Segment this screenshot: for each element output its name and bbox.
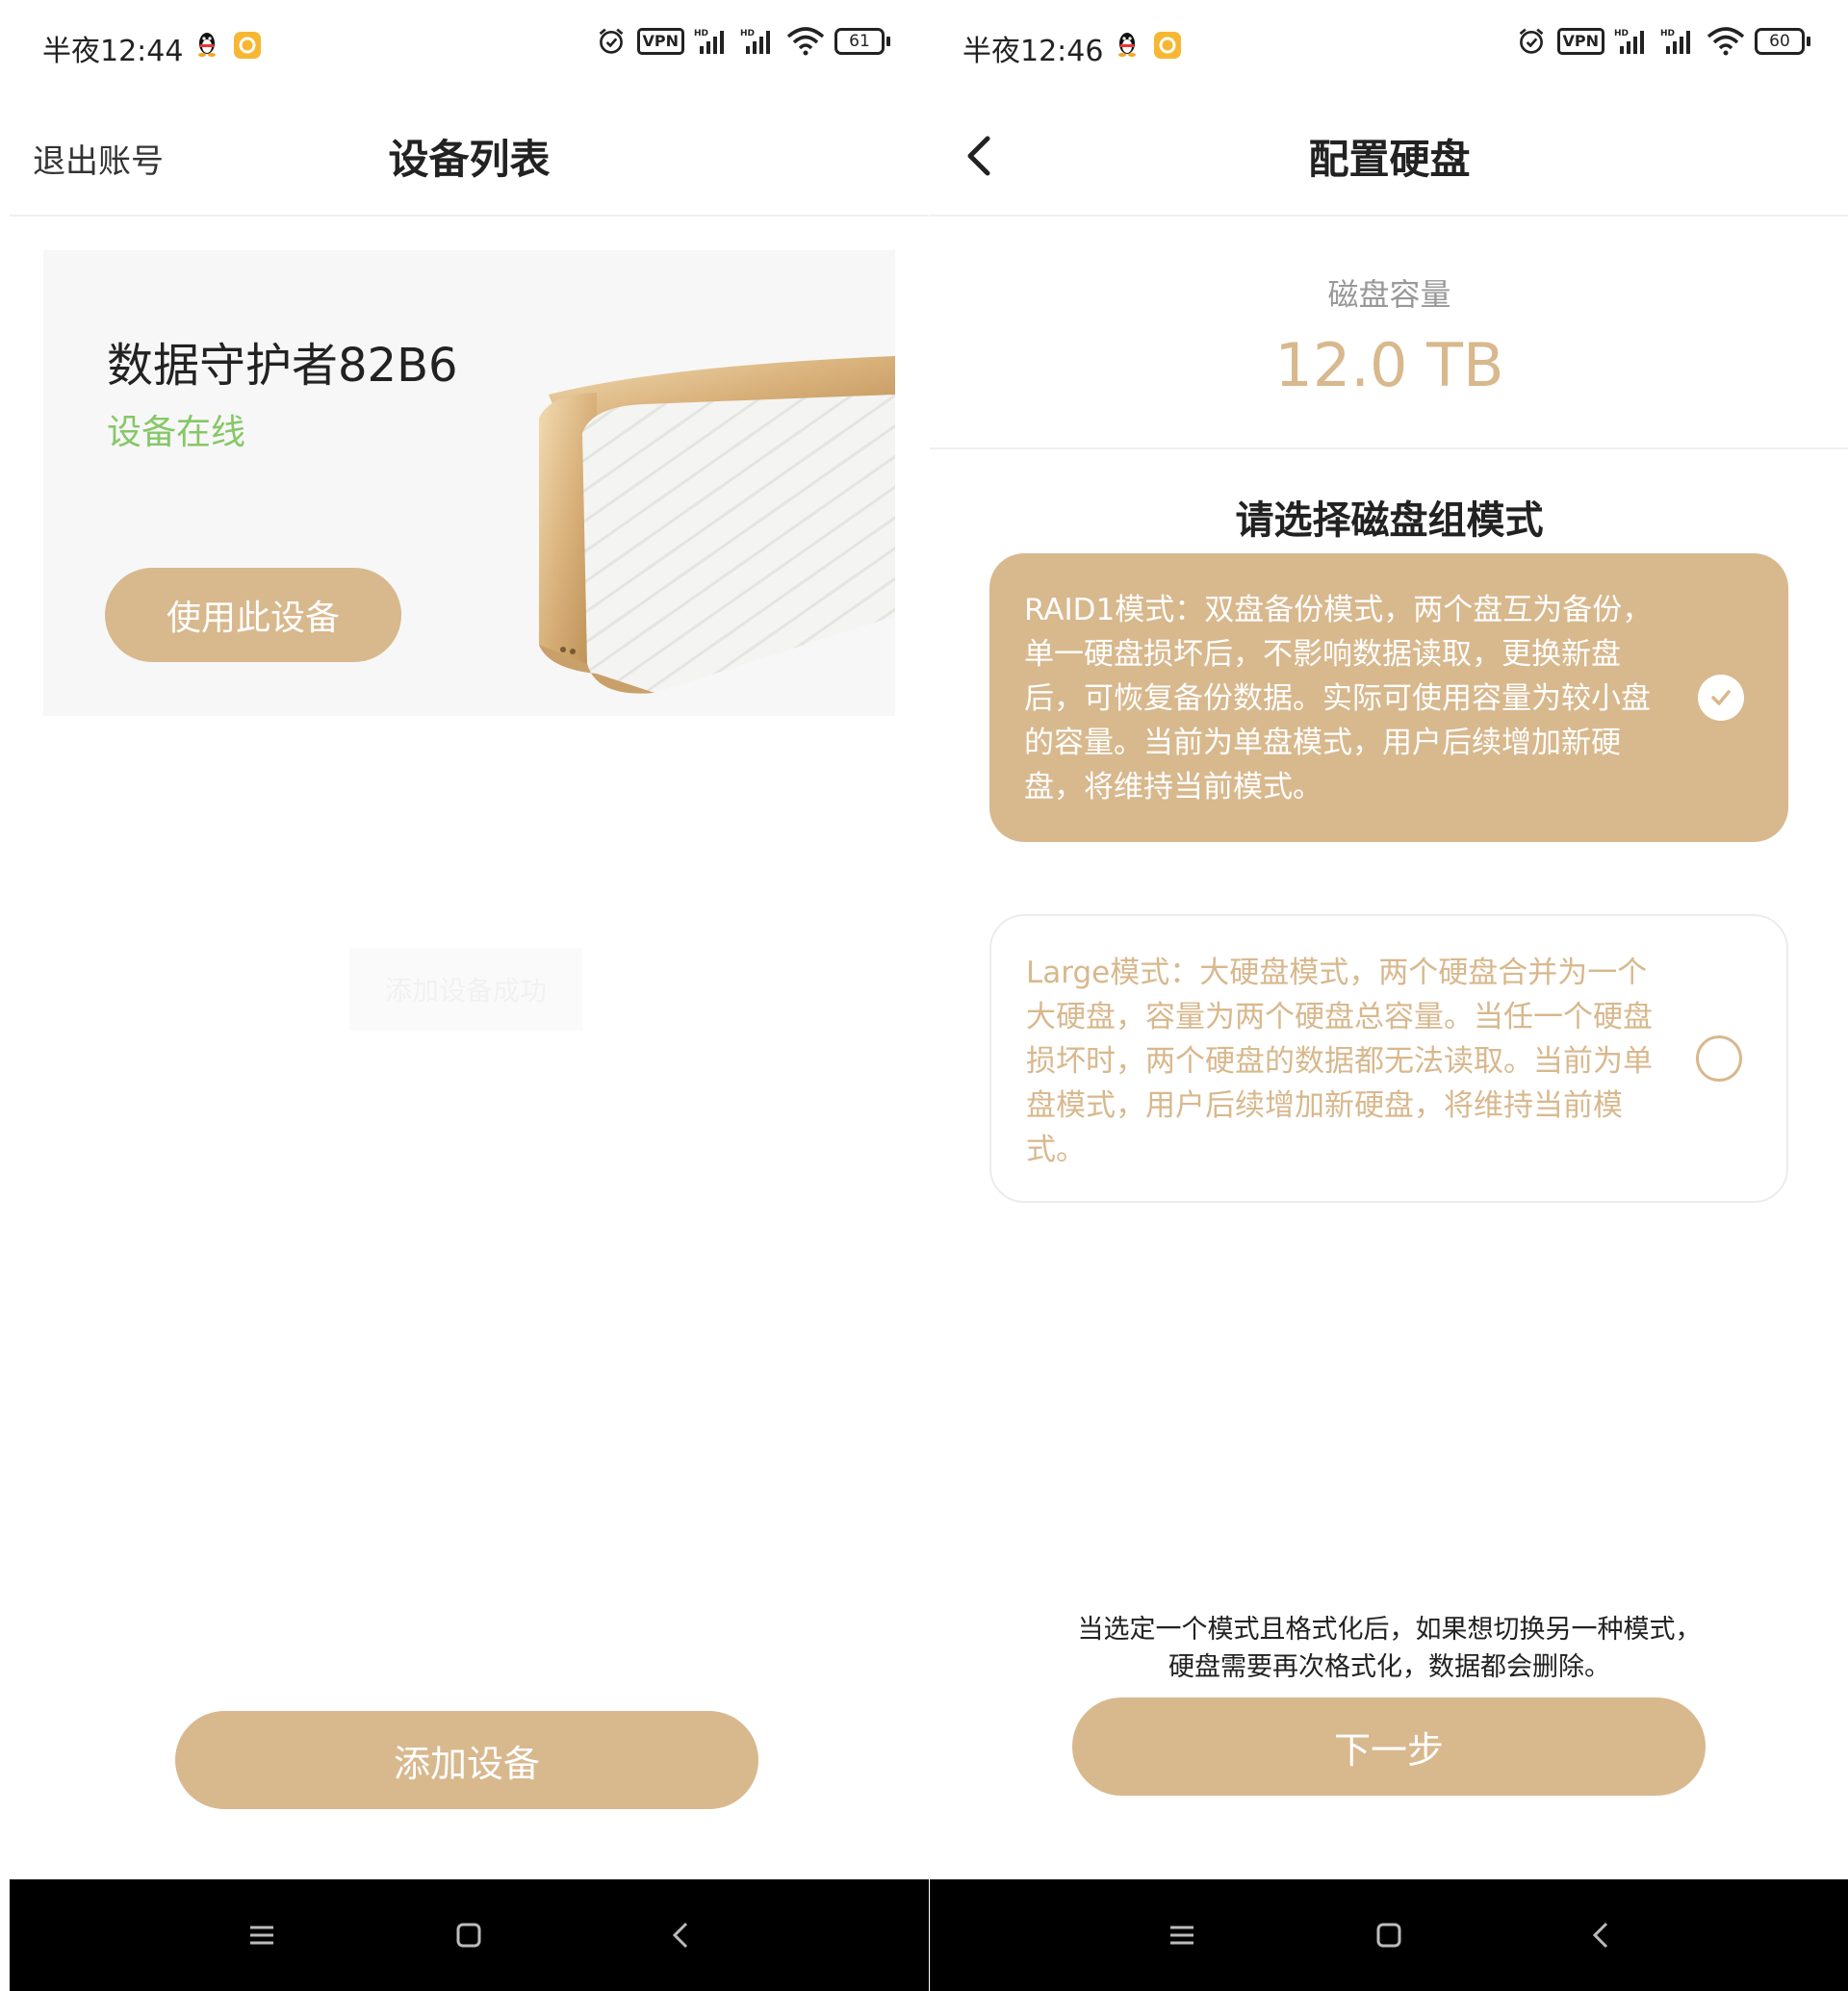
add-device-button[interactable]: 添加设备 (175, 1711, 758, 1809)
raid1-mode-description: RAID1模式：双盘备份模式，两个盘互为备份，单一硬盘损坏后，不影响数据读取，更… (1024, 593, 1653, 804)
status-icons: VPN HD HD 60 (1515, 27, 1810, 56)
nas-device-image (539, 356, 895, 694)
device-list-screen: 半夜12:44 VPN HD HD 61 退出账号 设备列表 数据守护者82B6… (10, 0, 929, 1991)
app-header: 配置硬盘 (930, 96, 1848, 217)
disk-capacity-label: 磁盘容量 (1327, 276, 1451, 313)
page-title: 设备列表 (388, 136, 551, 183)
status-time: 半夜12:44 (42, 35, 184, 68)
app-badge-icon (234, 32, 261, 59)
alarm-icon (599, 28, 623, 54)
wifi-icon (786, 27, 825, 56)
vpn-icon: VPN (636, 28, 684, 55)
format-warning: 当选定一个模式且格式化后，如果想切换另一种模式， 硬盘需要再次格式化，数据都会删… (930, 1611, 1848, 1686)
battery-level: 60 (1755, 28, 1805, 55)
app-header: 退出账号 设备列表 (10, 96, 929, 217)
large-mode-radio[interactable] (1696, 1035, 1742, 1082)
status-icons: VPN HD HD 61 (595, 27, 890, 56)
battery-icon: 61 (834, 28, 890, 55)
status-bar: 半夜12:46 VPN HD HD 60 (930, 0, 1848, 96)
signal-icon: HD (1660, 29, 1690, 54)
raid1-mode-option[interactable]: RAID1模式：双盘备份模式，两个盘互为备份，单一硬盘损坏后，不影响数据读取，更… (989, 553, 1788, 842)
check-icon (1711, 690, 1731, 705)
svg-text:HD: HD (740, 29, 755, 38)
mode-section-title: 请选择磁盘组模式 (1235, 498, 1544, 543)
system-nav-bar (930, 1879, 1848, 1991)
configure-disk-screen: 半夜12:46 VPN HD HD 60 配置硬盘 磁盘容量 12.0 TB 请… (930, 0, 1848, 1991)
home-icon[interactable] (1370, 1916, 1408, 1954)
device-card[interactable]: 数据守护者82B6 设备在线 使用此设备 (43, 250, 895, 716)
device-name: 数据守护者82B6 (107, 339, 458, 393)
format-warning-line: 硬盘需要再次格式化，数据都会删除。 (1168, 1652, 1610, 1682)
status-bar: 半夜12:44 VPN HD HD 61 (10, 0, 929, 96)
qq-penguin-icon (1118, 33, 1136, 57)
svg-text:HD: HD (1614, 29, 1629, 38)
raid1-mode-radio[interactable] (1698, 675, 1744, 721)
signal-icon: HD (740, 29, 770, 54)
battery-icon: 60 (1755, 28, 1810, 55)
system-nav-bar (10, 1879, 929, 1991)
qq-penguin-icon (198, 33, 216, 57)
home-icon[interactable] (449, 1916, 488, 1954)
disk-capacity-section: 磁盘容量 12.0 TB (930, 217, 1848, 449)
menu-icon[interactable] (243, 1916, 281, 1954)
menu-icon[interactable] (1163, 1916, 1201, 1954)
disk-capacity-value: 12.0 TB (1274, 330, 1504, 400)
use-device-button[interactable]: 使用此设备 (105, 568, 401, 662)
svg-text:HD: HD (1660, 29, 1675, 38)
nav-back-icon[interactable] (662, 1916, 701, 1954)
nav-back-icon[interactable] (1582, 1916, 1621, 1954)
signal-icon: HD (694, 29, 724, 54)
large-mode-option[interactable]: Large模式：大硬盘模式，两个硬盘合并为一个大硬盘，容量为两个硬盘总容量。当任… (989, 914, 1788, 1203)
signal-icon: HD (1614, 29, 1644, 54)
device-status: 设备在线 (107, 413, 246, 452)
page-title: 配置硬盘 (1308, 136, 1471, 183)
battery-level: 61 (834, 28, 885, 55)
app-badge-icon (1154, 32, 1181, 59)
status-time: 半夜12:46 (962, 35, 1104, 68)
large-mode-description: Large模式：大硬盘模式，两个硬盘合并为一个大硬盘，容量为两个硬盘总容量。当任… (1026, 956, 1653, 1167)
vpn-icon: VPN (1556, 28, 1604, 55)
wifi-icon (1707, 27, 1745, 56)
format-warning-line: 当选定一个模式且格式化后，如果想切换另一种模式， (1077, 1615, 1702, 1645)
next-step-button[interactable]: 下一步 (1072, 1697, 1706, 1796)
alarm-icon (1519, 28, 1543, 54)
svg-text:HD: HD (694, 29, 708, 38)
toast-message: 添加设备成功 (349, 948, 582, 1031)
